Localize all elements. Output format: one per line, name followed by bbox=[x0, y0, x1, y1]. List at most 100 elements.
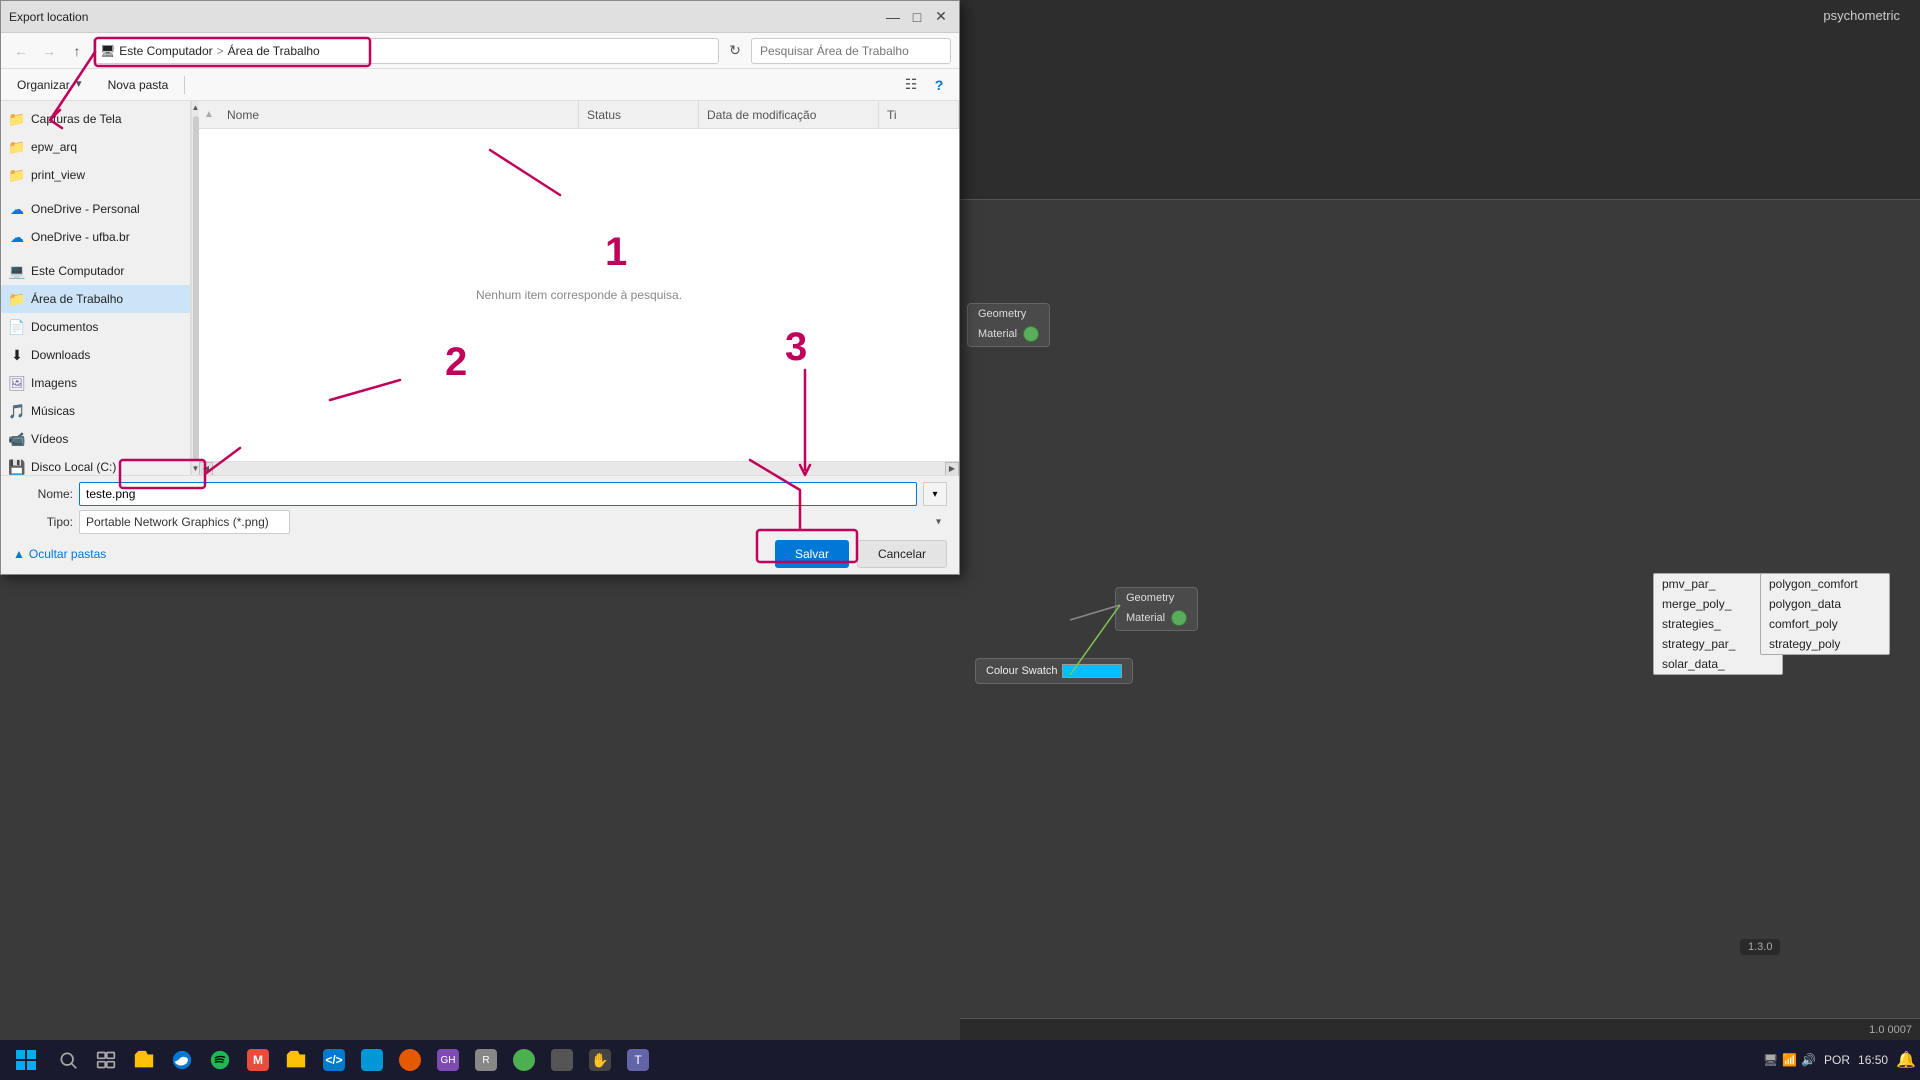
content-hscrollbar[interactable]: ◀ ▶ bbox=[199, 461, 959, 475]
taskbar-app-explorer[interactable] bbox=[126, 1042, 162, 1078]
new-folder-btn[interactable]: Nova pasta bbox=[100, 73, 177, 97]
dialog-minimize-btn[interactable]: — bbox=[883, 7, 903, 27]
nav-back-btn[interactable]: ← bbox=[9, 39, 33, 63]
col-header-date[interactable]: Data de modificação bbox=[699, 101, 879, 128]
refresh-btn[interactable]: ↻ bbox=[723, 39, 747, 63]
type-select-wrapper: Portable Network Graphics (*.png) bbox=[79, 510, 947, 534]
filetype-select[interactable]: Portable Network Graphics (*.png) bbox=[79, 510, 290, 534]
start-button[interactable] bbox=[4, 1042, 48, 1078]
dialog-maximize-btn[interactable]: □ bbox=[907, 7, 927, 27]
sidebar-label-print: print_view bbox=[31, 168, 85, 182]
network-icon[interactable]: 📶 bbox=[1782, 1053, 1797, 1067]
address-breadcrumb[interactable]: 🖥 Este Computador > Área de Trabalho bbox=[93, 38, 719, 64]
scroll-thumb[interactable] bbox=[193, 116, 199, 460]
taskbar-app-vscode[interactable]: </> bbox=[316, 1042, 352, 1078]
sidebar-item-onedrive-personal[interactable]: ☁ OneDrive - Personal bbox=[1, 195, 190, 223]
cancel-button[interactable]: Cancelar bbox=[857, 540, 947, 568]
sidebar-item-musicas[interactable]: 🎵 Músicas bbox=[1, 397, 190, 425]
node-label: Geometry bbox=[978, 308, 1026, 320]
hide-folders-link[interactable]: ▲ Ocultar pastas bbox=[13, 547, 106, 561]
cloud-icon-ufba: ☁ bbox=[9, 229, 25, 245]
taskbar-app-chrome[interactable] bbox=[506, 1042, 542, 1078]
document-icon: 📄 bbox=[9, 319, 25, 335]
colour-swatch-bar[interactable] bbox=[1062, 664, 1122, 678]
geometry-material-node-1[interactable]: Geometry Material bbox=[967, 303, 1050, 347]
nvidia-icon[interactable]: 🖥 bbox=[1763, 1053, 1778, 1067]
geometry-material-node-2[interactable]: Geometry Material bbox=[1115, 587, 1198, 631]
sidebar-item-area-de-trabalho[interactable]: 📁 Área de Trabalho bbox=[1, 285, 190, 313]
hide-folders-arrow: ▲ bbox=[13, 547, 25, 561]
search-input[interactable] bbox=[751, 38, 951, 64]
dropdown-item-polygon-data[interactable]: polygon_data bbox=[1761, 594, 1889, 614]
taskbar-app-spotify[interactable] bbox=[202, 1042, 238, 1078]
sidebar-label-documentos: Documentos bbox=[31, 320, 98, 334]
col-status-label: Status bbox=[587, 108, 621, 122]
taskbar-app-rh[interactable]: R bbox=[468, 1042, 504, 1078]
taskbar-app-gh2[interactable] bbox=[544, 1042, 580, 1078]
volume-icon[interactable]: 🔊 bbox=[1801, 1053, 1816, 1067]
sidebar-item-imagens[interactable]: 🖼 Imagens bbox=[1, 369, 190, 397]
taskbar-app-photos[interactable] bbox=[354, 1042, 390, 1078]
taskbar-task-view-btn[interactable] bbox=[88, 1042, 124, 1078]
taskbar-app-edge[interactable] bbox=[164, 1042, 200, 1078]
sidebar-scrollbar[interactable]: ▲ ▼ bbox=[191, 101, 199, 475]
dropdown-item-polygon-comfort[interactable]: polygon_comfort bbox=[1761, 574, 1889, 594]
type-field-label: Tipo: bbox=[13, 515, 73, 529]
nav-forward-btn[interactable]: → bbox=[37, 39, 61, 63]
taskbar-app-teams[interactable]: T bbox=[620, 1042, 656, 1078]
sidebar-item-print-view[interactable]: 📁 print_view bbox=[1, 161, 190, 189]
sidebar-item-epw-arq[interactable]: 📁 epw_arq bbox=[1, 133, 190, 161]
col-scroll-up[interactable]: ▲ bbox=[199, 101, 219, 128]
organize-btn[interactable]: Organizar ▼ bbox=[9, 73, 92, 97]
folder-icon-print: 📁 bbox=[9, 167, 25, 183]
filename-dropdown-btn[interactable]: ▾ bbox=[923, 482, 947, 506]
sidebar-item-videos[interactable]: 📹 Vídeos bbox=[1, 425, 190, 453]
sidebar-label-este-computador: Este Computador bbox=[31, 264, 124, 278]
sidebar-label-videos: Vídeos bbox=[31, 432, 68, 446]
taskbar-app-ff[interactable] bbox=[392, 1042, 428, 1078]
col-type-label: Ti bbox=[887, 108, 897, 122]
col-name-label: Nome bbox=[227, 108, 259, 122]
filename-input[interactable] bbox=[79, 482, 917, 506]
hscroll-left-btn[interactable]: ◀ bbox=[199, 462, 213, 476]
hscroll-right-btn[interactable]: ▶ bbox=[945, 462, 959, 476]
name-field-label: Nome: bbox=[13, 487, 73, 501]
col-header-name[interactable]: Nome bbox=[219, 101, 579, 128]
empty-text: Nenhum item corresponde à pesquisa. bbox=[476, 288, 682, 302]
col-header-status[interactable]: Status bbox=[579, 101, 699, 128]
taskbar-search-icon[interactable] bbox=[50, 1042, 86, 1078]
sidebar-item-onedrive-ufba[interactable]: ☁ OneDrive - ufba.br bbox=[1, 223, 190, 251]
sidebar-label-musicas: Músicas bbox=[31, 404, 75, 418]
sidebar-label-downloads: Downloads bbox=[31, 348, 90, 362]
dropdown-item-strategy-poly[interactable]: strategy_poly bbox=[1761, 634, 1889, 654]
windows-logo-icon bbox=[14, 1048, 38, 1072]
nav-up-btn[interactable]: ↑ bbox=[65, 39, 89, 63]
hscroll-track[interactable] bbox=[213, 462, 945, 475]
sidebar-item-disco-c[interactable]: 💾 Disco Local (C:) bbox=[1, 453, 190, 475]
dropdown-item-solar-data[interactable]: solar_data_ bbox=[1654, 654, 1782, 674]
sidebar-label-disco-c: Disco Local (C:) bbox=[31, 460, 116, 474]
view-mode-btn[interactable]: ☷ bbox=[899, 73, 923, 97]
taskbar-app-explorer2[interactable] bbox=[278, 1042, 314, 1078]
colour-swatch-node[interactable]: Colour Swatch bbox=[975, 658, 1133, 684]
language-indicator[interactable]: POR bbox=[1824, 1053, 1850, 1067]
col-header-type[interactable]: Ti bbox=[879, 101, 959, 128]
sidebar-item-este-computador[interactable]: 💻 Este Computador bbox=[1, 257, 190, 285]
notification-icon[interactable]: 🔔 bbox=[1896, 1050, 1916, 1070]
folder-icon-desktop: 📁 bbox=[9, 291, 25, 307]
help-btn[interactable]: ? bbox=[927, 73, 951, 97]
sidebar-item-downloads[interactable]: ⬇ Downloads bbox=[1, 341, 190, 369]
node-label-2: Geometry bbox=[1126, 592, 1174, 604]
sidebar-item-documentos[interactable]: 📄 Documentos bbox=[1, 313, 190, 341]
organize-label: Organizar bbox=[17, 78, 70, 92]
taskbar-app-gh[interactable]: GH bbox=[430, 1042, 466, 1078]
gh-dropdown-menu-right: polygon_comfort polygon_data comfort_pol… bbox=[1760, 573, 1890, 655]
dropdown-item-comfort-poly[interactable]: comfort_poly bbox=[1761, 614, 1889, 634]
taskbar-app-4[interactable]: M bbox=[240, 1042, 276, 1078]
sidebar-scroll-container: 📁 Capturas de Tela 📁 epw_arq 📁 print_vie… bbox=[1, 101, 199, 475]
save-button[interactable]: Salvar bbox=[775, 540, 849, 568]
sidebar-item-capturas-de-tela[interactable]: 📁 Capturas de Tela bbox=[1, 105, 190, 133]
taskbar-app-hand[interactable]: ✋ bbox=[582, 1042, 618, 1078]
dialog-close-btn[interactable]: ✕ bbox=[931, 7, 951, 27]
taskbar-right-area: 🖥 📶 🔊 POR 16:50 🔔 bbox=[1763, 1050, 1916, 1070]
